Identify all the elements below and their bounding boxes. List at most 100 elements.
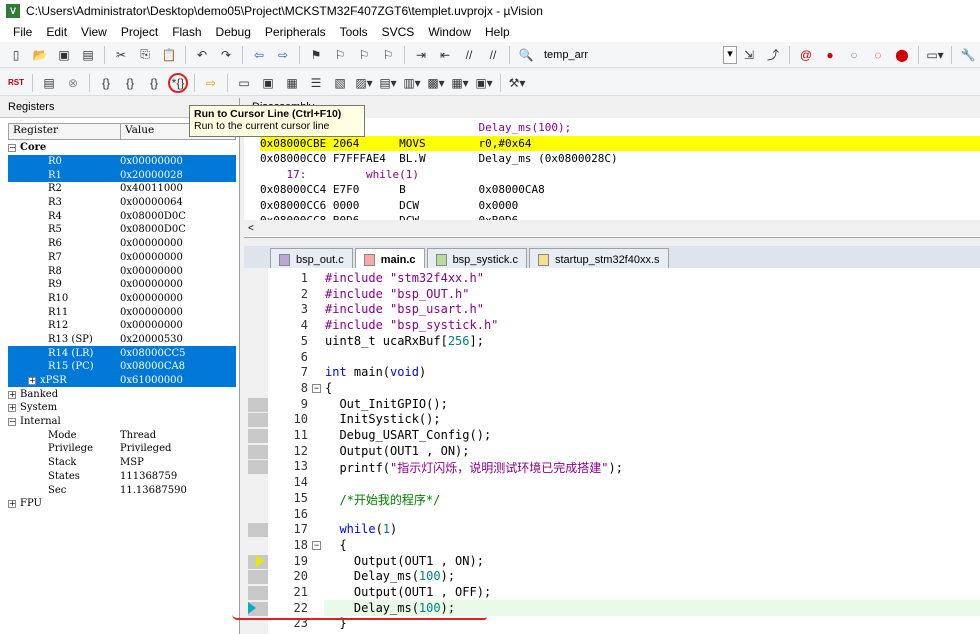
- step-out-icon[interactable]: {}: [144, 73, 164, 93]
- menu-debug[interactable]: Debug: [209, 25, 258, 39]
- expand-toggle-icon[interactable]: −: [8, 418, 16, 427]
- window-layout-icon[interactable]: ▭▾: [925, 45, 945, 65]
- memory-windows-icon[interactable]: ▤▾: [378, 73, 398, 93]
- code-line[interactable]: Debug_USART_Config();: [325, 428, 491, 442]
- executable-line-marker[interactable]: [248, 586, 268, 600]
- run-icon[interactable]: ▤: [39, 73, 59, 93]
- menu-svcs[interactable]: SVCS: [375, 25, 422, 39]
- incremental-find-icon[interactable]: ⤴: [763, 45, 783, 65]
- comment-icon[interactable]: //: [459, 45, 479, 65]
- register-row[interactable]: States 111368759: [8, 470, 236, 484]
- find-icon[interactable]: ⇲: [739, 45, 759, 65]
- indent-icon[interactable]: ⇥: [411, 45, 431, 65]
- trace-windows-icon[interactable]: ▦▾: [450, 73, 470, 93]
- disassembly-line[interactable]: Delay_ms(100);: [260, 120, 980, 136]
- register-row[interactable]: R5 0x08000D0C: [8, 223, 236, 237]
- code-line[interactable]: {: [325, 538, 346, 552]
- tab-main-c[interactable]: main.c: [354, 248, 425, 268]
- register-row[interactable]: + System: [8, 401, 236, 415]
- register-value[interactable]: 0x00000064: [120, 197, 183, 208]
- menu-help[interactable]: Help: [478, 25, 517, 39]
- register-value[interactable]: 0x08000CA8: [120, 361, 185, 372]
- register-row[interactable]: R3 0x00000064: [8, 196, 236, 210]
- stop-icon[interactable]: ⊗: [63, 73, 83, 93]
- code-line[interactable]: /*开始我的程序*/: [325, 491, 440, 508]
- serial-windows-icon[interactable]: ▥▾: [402, 73, 422, 93]
- register-row[interactable]: R12 0x00000000: [8, 319, 236, 333]
- code-line[interactable]: Output(OUT1 , ON);: [325, 444, 469, 458]
- code-line[interactable]: InitSystick();: [325, 412, 440, 426]
- register-row[interactable]: + FPU: [8, 497, 236, 511]
- expand-toggle-icon[interactable]: +: [8, 404, 16, 413]
- register-value[interactable]: 0x00000000: [120, 252, 183, 263]
- code-line[interactable]: while(1): [325, 522, 397, 536]
- register-row[interactable]: R6 0x00000000: [8, 237, 236, 251]
- enable-breakpoint-icon[interactable]: ○: [844, 45, 864, 65]
- register-value[interactable]: 11.13687590: [120, 485, 187, 496]
- bookmark-icon[interactable]: ⚑: [306, 45, 326, 65]
- disassembly-line[interactable]: 17: while(1): [260, 167, 980, 183]
- register-row[interactable]: Sec 11.13687590: [8, 483, 236, 497]
- toolbox-icon[interactable]: ⚒▾: [507, 73, 527, 93]
- code-line[interactable]: #include "bsp_OUT.h": [325, 287, 470, 301]
- fold-toggle-icon[interactable]: −: [312, 540, 321, 550]
- code-line[interactable]: #include "bsp_usart.h": [325, 302, 484, 316]
- step-into-icon[interactable]: {}: [96, 73, 116, 93]
- next-bookmark-icon[interactable]: ⚐: [354, 45, 374, 65]
- save-all-icon[interactable]: ▤: [78, 45, 98, 65]
- register-value[interactable]: 0x08000D0C: [120, 224, 186, 235]
- register-row[interactable]: + Banked: [8, 387, 236, 401]
- expand-toggle-icon[interactable]: −: [8, 144, 16, 153]
- code-line[interactable]: Out_InitGPIO();: [325, 397, 447, 411]
- tab-bsp-systick-c[interactable]: bsp_systick.c: [426, 248, 527, 268]
- redo-icon[interactable]: ↷: [216, 45, 236, 65]
- executable-line-marker[interactable]: [248, 397, 268, 412]
- register-value[interactable]: 0x00000000: [120, 279, 183, 290]
- expand-toggle-icon[interactable]: +: [8, 500, 16, 509]
- register-row[interactable]: R15 (PC) 0x08000CA8: [8, 360, 236, 374]
- menu-edit[interactable]: Edit: [39, 25, 74, 39]
- uncomment-icon[interactable]: //: [483, 45, 503, 65]
- register-row[interactable]: − Core: [8, 141, 236, 155]
- run-to-cursor-icon[interactable]: *{}: [168, 72, 188, 93]
- call-stack-window-icon[interactable]: ▧: [330, 73, 350, 93]
- register-row[interactable]: R7 0x00000000: [8, 251, 236, 265]
- copy-icon[interactable]: ⎘: [135, 45, 155, 65]
- watch-windows-icon[interactable]: ▨▾: [354, 73, 374, 93]
- menu-peripherals[interactable]: Peripherals: [258, 25, 333, 39]
- kill-breakpoints-icon[interactable]: ⬤: [892, 45, 912, 65]
- symbols-window-icon[interactable]: ▦: [282, 73, 302, 93]
- register-value[interactable]: 0x00000000: [120, 293, 183, 304]
- register-row[interactable]: R8 0x00000000: [8, 264, 236, 278]
- register-column-header[interactable]: Register: [9, 124, 121, 139]
- tab-bsp-out-c[interactable]: bsp_out.c: [270, 248, 353, 268]
- command-window-icon[interactable]: ▭: [234, 73, 254, 93]
- unindent-icon[interactable]: ⇤: [435, 45, 455, 65]
- register-row[interactable]: Stack MSP: [8, 456, 236, 470]
- disassembly-line[interactable]: 0x08000CC4 E7F0 B 0x08000CA8: [260, 182, 980, 198]
- register-value[interactable]: 0x20000028: [120, 170, 183, 181]
- register-value[interactable]: 0x00000000: [120, 238, 183, 249]
- register-row[interactable]: R11 0x00000000: [8, 305, 236, 319]
- code-line[interactable]: Output(OUT1 , ON);: [325, 554, 484, 568]
- navigate-forward-icon[interactable]: ⇨: [273, 45, 293, 65]
- code-line[interactable]: printf("指示灯闪烁，说明测试环境已完成搭建");: [325, 459, 623, 476]
- register-row[interactable]: R10 0x00000000: [8, 292, 236, 306]
- menu-view[interactable]: View: [74, 25, 114, 39]
- register-value[interactable]: 0x08000D0C: [120, 211, 186, 222]
- code-line[interactable]: {: [325, 381, 332, 395]
- disassembly-line[interactable]: 0x08000CC6 0000 DCW 0x0000: [260, 198, 980, 214]
- expand-toggle-icon[interactable]: +: [8, 390, 16, 399]
- register-value[interactable]: 0x00000000: [120, 266, 183, 277]
- reset-cpu-icon[interactable]: RST: [6, 73, 26, 93]
- disassembly-line[interactable]: 0x08000CBE 2064 MOVS r0,#0x64: [260, 135, 980, 151]
- fold-toggle-icon[interactable]: −: [312, 383, 321, 393]
- registers-window-icon[interactable]: ☰: [306, 73, 326, 93]
- executable-line-marker[interactable]: [248, 570, 268, 585]
- executable-line-marker[interactable]: [248, 429, 268, 443]
- executable-line-marker[interactable]: [248, 460, 268, 475]
- menu-tools[interactable]: Tools: [333, 25, 375, 39]
- register-value[interactable]: 0x40011000: [120, 183, 183, 194]
- register-row[interactable]: − Internal: [8, 415, 236, 429]
- undo-icon[interactable]: ↶: [192, 45, 212, 65]
